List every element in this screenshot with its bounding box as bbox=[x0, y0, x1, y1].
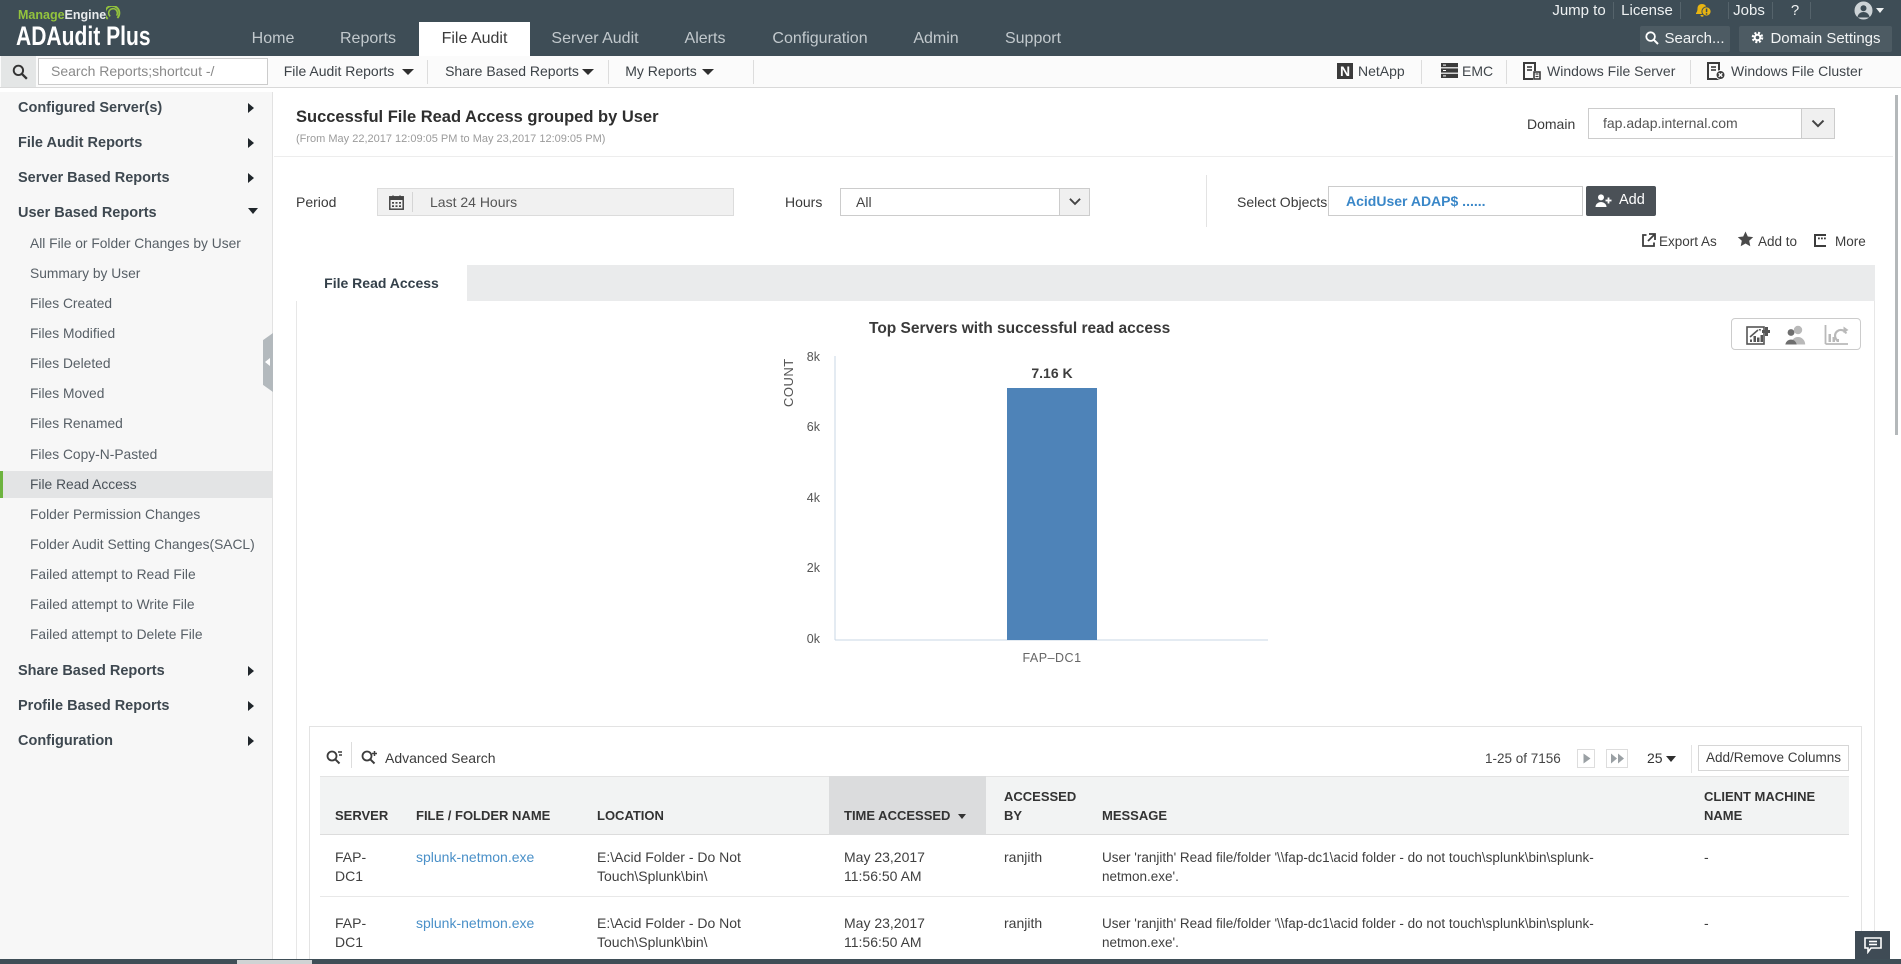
svg-text:N: N bbox=[1340, 63, 1350, 79]
